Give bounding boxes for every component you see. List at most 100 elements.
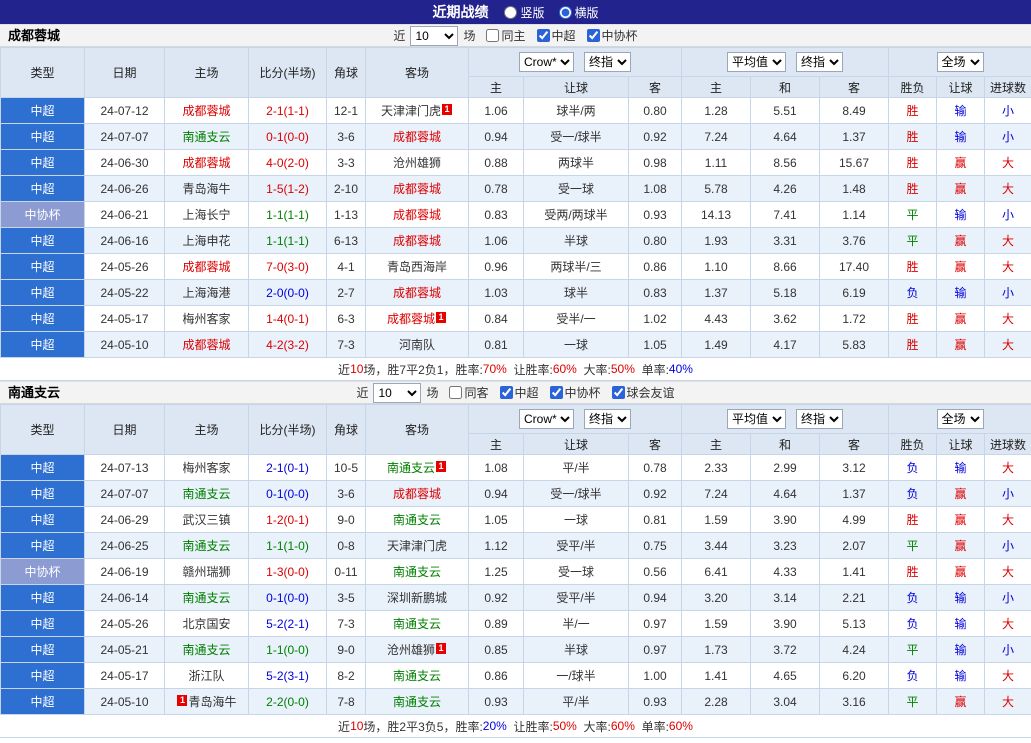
recent-count-select[interactable]: 10 <box>410 26 458 46</box>
match-result-cell: 平 <box>889 689 937 715</box>
match-row: 中协杯24-06-19赣州瑞狮1-3(0-0)0-11南通支云1.25受一球0.… <box>1 559 1031 585</box>
euro-period-select[interactable]: 终指 <box>796 409 843 429</box>
away-team-cell[interactable]: 河南队 <box>366 332 469 358</box>
filter-checkbox-item[interactable]: 中协杯 <box>550 384 601 401</box>
corner-cell: 3-6 <box>327 124 366 150</box>
filter-checkbox[interactable] <box>587 29 600 42</box>
ah-away-odds-cell: 0.83 <box>629 280 682 306</box>
bookmaker-select[interactable]: Crow* <box>519 409 574 429</box>
home-team-cell[interactable]: 南通支云 <box>165 637 249 663</box>
match-scope-select[interactable]: 全场 <box>937 52 984 72</box>
filter-checkbox-item[interactable]: 同主 <box>486 27 525 44</box>
league-type-cell: 中超 <box>1 637 85 663</box>
home-team-cell[interactable]: 赣州瑞狮 <box>165 559 249 585</box>
home-team-cell[interactable]: 梅州客家 <box>165 455 249 481</box>
filter-checkbox[interactable] <box>612 386 625 399</box>
home-team-cell[interactable]: 南通支云 <box>165 585 249 611</box>
home-team-cell[interactable]: 成都蓉城 <box>165 254 249 280</box>
home-team-cell[interactable]: 上海长宁 <box>165 202 249 228</box>
away-team-cell[interactable]: 成都蓉城 <box>366 481 469 507</box>
recent-count-select[interactable]: 10 <box>373 383 421 403</box>
filter-checkbox-item[interactable]: 中协杯 <box>587 27 638 44</box>
filter-checkbox[interactable] <box>537 29 550 42</box>
away-team-cell[interactable]: 南通支云1 <box>366 455 469 481</box>
bookmaker-period-select[interactable]: 终指 <box>584 409 631 429</box>
away-team-cell[interactable]: 成都蓉城 <box>366 280 469 306</box>
match-result-cell: 负 <box>889 585 937 611</box>
home-team-cell[interactable]: 上海海港 <box>165 280 249 306</box>
euro-source-select[interactable]: 平均值 <box>727 409 786 429</box>
score-cell: 5-2(3-1) <box>249 663 327 689</box>
column-header: 让球 <box>524 434 629 455</box>
away-team-cell[interactable]: 成都蓉城 <box>366 202 469 228</box>
match-date-cell: 24-07-07 <box>85 481 165 507</box>
home-team-cell[interactable]: 南通支云 <box>165 481 249 507</box>
away-team-name: 南通支云 <box>393 617 441 631</box>
home-team-cell[interactable]: 成都蓉城 <box>165 150 249 176</box>
match-date-cell: 24-05-22 <box>85 280 165 306</box>
euro-draw-odds-cell: 5.18 <box>751 280 820 306</box>
filter-checkbox-item[interactable]: 球会友谊 <box>612 384 675 401</box>
home-team-cell[interactable]: 青岛海牛 <box>165 176 249 202</box>
match-result-cell: 胜 <box>889 507 937 533</box>
bookmaker-period-select[interactable]: 终指 <box>584 52 631 72</box>
summary-text: 让胜率: <box>507 361 553 378</box>
league-type-cell: 中超 <box>1 98 85 124</box>
away-team-cell[interactable]: 天津津门虎 <box>366 533 469 559</box>
section-team-2: 南通支云 近10场同客中超中协杯球会友谊 类型日期主场比分(半场)角球客场Cro… <box>0 381 1031 738</box>
filter-checkbox[interactable] <box>550 386 563 399</box>
home-team-cell[interactable]: 梅州客家 <box>165 306 249 332</box>
euro-period-select[interactable]: 终指 <box>796 52 843 72</box>
away-team-cell[interactable]: 深圳新鹏城 <box>366 585 469 611</box>
layout-radio-input[interactable] <box>504 6 517 19</box>
away-team-cell[interactable]: 成都蓉城 <box>366 124 469 150</box>
away-team-cell[interactable]: 南通支云 <box>366 507 469 533</box>
away-team-cell[interactable]: 成都蓉城 <box>366 176 469 202</box>
home-team-cell[interactable]: 上海申花 <box>165 228 249 254</box>
red-card-badge: 1 <box>177 695 187 706</box>
home-team-cell[interactable]: 成都蓉城 <box>165 332 249 358</box>
column-header: 日期 <box>85 405 165 455</box>
away-team-cell[interactable]: 南通支云 <box>366 559 469 585</box>
ah-away-odds-cell: 0.80 <box>629 98 682 124</box>
away-team-cell[interactable]: 成都蓉城1 <box>366 306 469 332</box>
filter-checkbox-item[interactable]: 同客 <box>449 384 488 401</box>
euro-source-select[interactable]: 平均值 <box>727 52 786 72</box>
filter-checkbox[interactable] <box>486 29 499 42</box>
layout-radio-1[interactable]: 横版 <box>559 4 599 21</box>
home-team-cell[interactable]: 武汉三镇 <box>165 507 249 533</box>
away-team-cell[interactable]: 沧州雄狮1 <box>366 637 469 663</box>
away-team-cell[interactable]: 南通支云 <box>366 689 469 715</box>
column-header: 和 <box>751 77 820 98</box>
match-scope-select[interactable]: 全场 <box>937 409 984 429</box>
ah-line-cell: 半球 <box>524 637 629 663</box>
away-team-cell[interactable]: 青岛西海岸 <box>366 254 469 280</box>
euro-away-odds-cell: 1.37 <box>820 481 889 507</box>
corner-cell: 9-0 <box>327 637 366 663</box>
corner-cell: 3-6 <box>327 481 366 507</box>
away-team-cell[interactable]: 成都蓉城 <box>366 228 469 254</box>
handicap-result-cell: 赢 <box>937 254 985 280</box>
home-team-cell[interactable]: 南通支云 <box>165 533 249 559</box>
filter-checkbox[interactable] <box>500 386 513 399</box>
league-type-cell: 中超 <box>1 280 85 306</box>
bookmaker-select[interactable]: Crow* <box>519 52 574 72</box>
away-team-name: 成都蓉城 <box>387 312 435 326</box>
away-team-cell[interactable]: 沧州雄狮 <box>366 150 469 176</box>
away-team-cell[interactable]: 南通支云 <box>366 663 469 689</box>
away-team-cell[interactable]: 天津津门虎1 <box>366 98 469 124</box>
home-team-cell[interactable]: 成都蓉城 <box>165 98 249 124</box>
summary-text: 大率: <box>577 718 611 735</box>
away-team-cell[interactable]: 南通支云 <box>366 611 469 637</box>
home-team-cell[interactable]: 南通支云 <box>165 124 249 150</box>
filter-checkbox-item[interactable]: 中超 <box>537 27 576 44</box>
home-team-cell[interactable]: 1青岛海牛 <box>165 689 249 715</box>
filter-checkbox[interactable] <box>449 386 462 399</box>
home-team-cell[interactable]: 浙江队 <box>165 663 249 689</box>
filter-checkbox-item[interactable]: 中超 <box>500 384 539 401</box>
match-row: 中超24-05-17梅州客家1-4(0-1)6-3成都蓉城10.84受半/一1.… <box>1 306 1031 332</box>
home-team-cell[interactable]: 北京国安 <box>165 611 249 637</box>
match-date-cell: 24-06-26 <box>85 176 165 202</box>
layout-radio-0[interactable]: 竖版 <box>504 4 544 21</box>
layout-radio-input[interactable] <box>559 6 572 19</box>
